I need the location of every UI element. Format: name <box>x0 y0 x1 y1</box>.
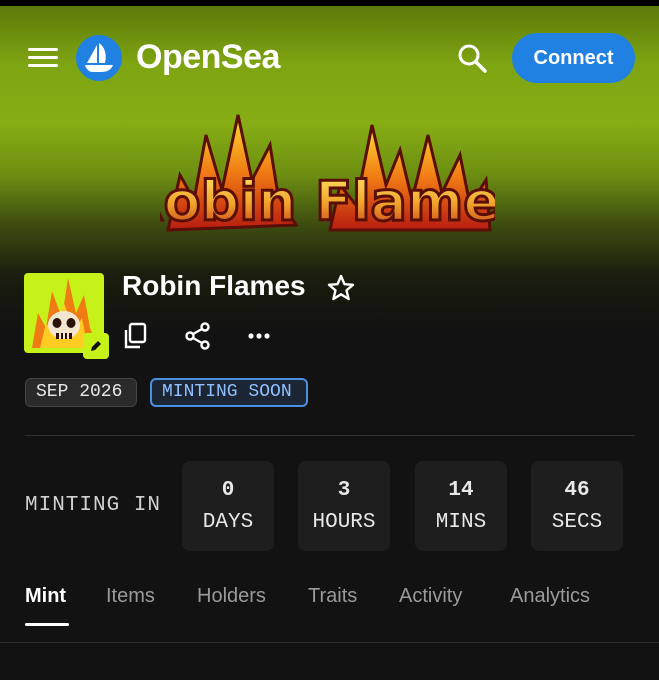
top-nav: OpenSea Connect <box>0 30 659 86</box>
countdown-unit: MINS <box>435 511 487 534</box>
connect-button[interactable]: Connect <box>512 33 635 83</box>
pencil-icon[interactable] <box>83 333 109 359</box>
collection-tabs: Mint Items Holders Traits Activity Analy… <box>0 585 659 643</box>
status-badge: MINTING SOON <box>150 378 308 407</box>
banner-artwork: Robin Flames <box>121 105 533 250</box>
tab-holders[interactable]: Holders <box>197 585 266 608</box>
share-icon[interactable] <box>183 321 213 351</box>
countdown-secs: 46 SECS <box>531 461 623 551</box>
date-chip: SEP 2026 <box>25 378 137 407</box>
copy-icon[interactable] <box>121 321 151 351</box>
countdown-unit: SECS <box>551 511 603 534</box>
countdown-days: 0 DAYS <box>182 461 274 551</box>
collection-title: Robin Flames <box>122 270 306 301</box>
opensea-logo-icon[interactable] <box>76 35 122 81</box>
active-tab-indicator <box>25 623 69 626</box>
countdown-unit: DAYS <box>202 511 254 534</box>
banner-title-text: Robin Flames <box>160 170 495 233</box>
tab-items[interactable]: Items <box>106 585 155 608</box>
countdown-value: 14 <box>448 479 474 502</box>
menu-icon[interactable] <box>28 46 58 68</box>
more-icon[interactable] <box>245 321 275 351</box>
section-divider <box>25 435 635 436</box>
tab-mint[interactable]: Mint <box>25 585 66 608</box>
countdown-value: 0 <box>221 479 235 502</box>
tab-analytics[interactable]: Analytics <box>510 585 590 608</box>
countdown-hours: 3 HOURS <box>298 461 390 551</box>
countdown-unit: HOURS <box>312 511 376 534</box>
search-icon[interactable] <box>454 40 490 76</box>
tab-activity[interactable]: Activity <box>399 585 462 608</box>
countdown-value: 3 <box>337 479 351 502</box>
tab-traits[interactable]: Traits <box>308 585 357 608</box>
minting-in-label: MINTING IN <box>25 494 162 517</box>
star-icon[interactable] <box>326 273 356 303</box>
countdown-mins: 14 MINS <box>415 461 507 551</box>
brand-name[interactable]: OpenSea <box>136 38 280 77</box>
tabs-divider <box>0 642 659 643</box>
countdown-value: 46 <box>564 479 590 502</box>
